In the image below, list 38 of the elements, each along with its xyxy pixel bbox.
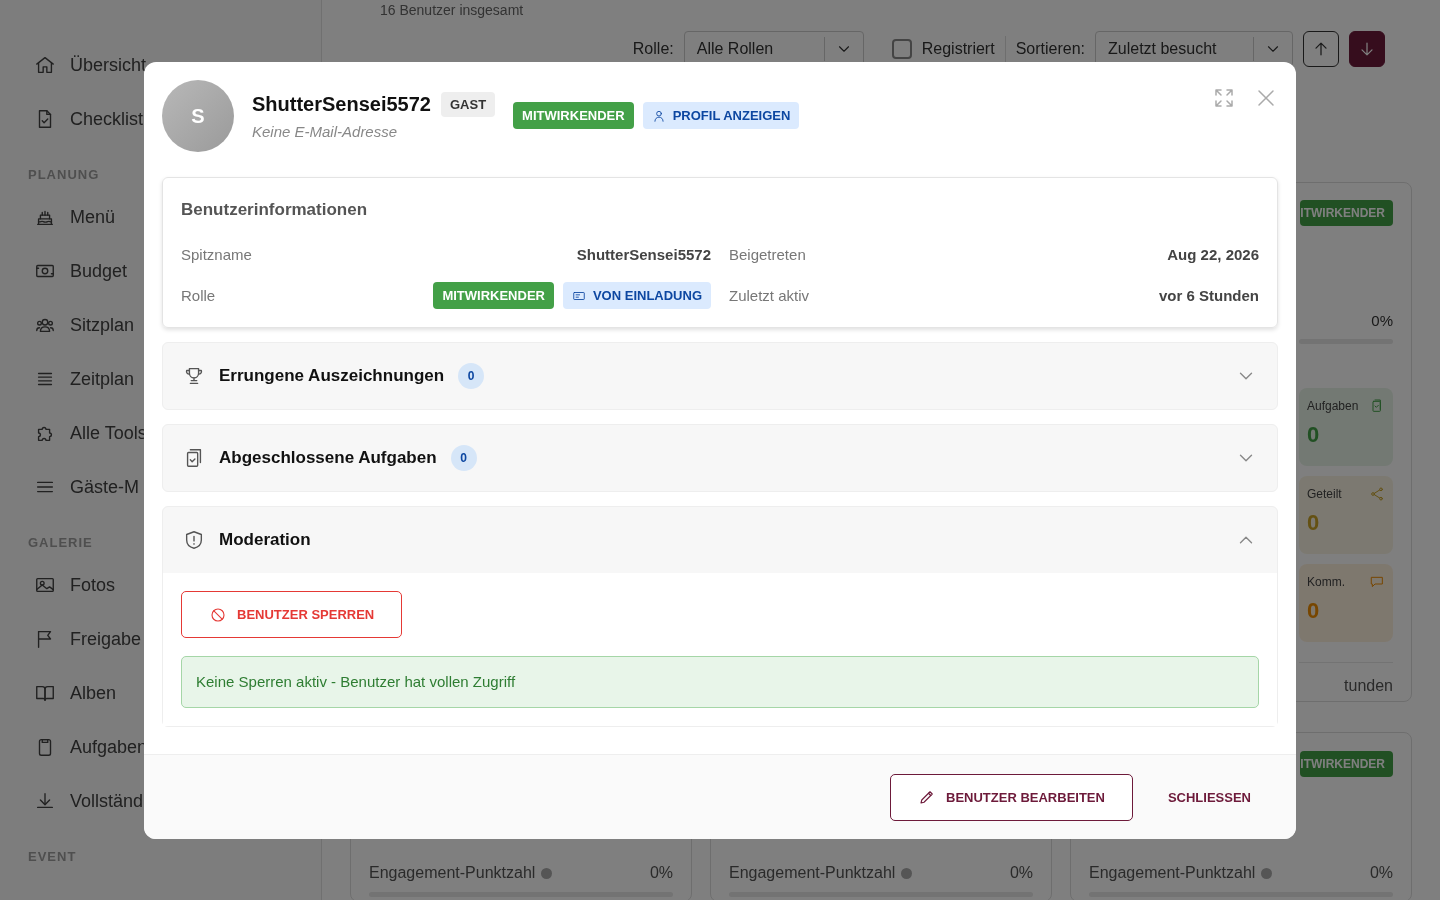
user-count: 16 Benutzer insgesamt xyxy=(380,2,524,18)
field-label: Sortieren: xyxy=(1015,40,1085,58)
status-alert: Keine Sperren aktiv - Benutzer hat vollen Zugriff xyxy=(181,656,1259,708)
checkbox-label: Registriert xyxy=(921,40,995,58)
stat-label: Komm. xyxy=(1307,575,1345,589)
card-title: Benutzerinformationen xyxy=(181,200,368,219)
guest-badge: GAST xyxy=(441,92,496,117)
role-badge: MITWIRKENDER xyxy=(433,282,554,309)
count-badge: 0 xyxy=(450,445,477,471)
invite-badge: VON EINLADUNG xyxy=(562,282,711,309)
user-name: ShutterSensei5572 xyxy=(252,93,431,116)
role-badge: MITWIRKENDER xyxy=(513,102,634,129)
percent-value: 0% xyxy=(1009,864,1033,882)
last-active-text: tunden xyxy=(1344,677,1393,695)
stat-value: 0 xyxy=(1307,598,1321,624)
percent-value: 0% xyxy=(649,864,673,882)
percent-value: 0% xyxy=(1369,864,1393,882)
email-text: Keine E-Mail-Adresse xyxy=(252,123,399,140)
field-value: vor 6 Stunden xyxy=(1159,287,1259,304)
role-badge: ITWIRKENDER xyxy=(1300,200,1393,226)
metric-label: Engagement-Punktzahl xyxy=(729,864,896,882)
field-label: Rolle xyxy=(181,287,216,304)
stat-value: 0 xyxy=(1307,510,1321,536)
metric-label: Engagement-Punktzahl xyxy=(369,864,536,882)
avatar: S xyxy=(162,80,234,152)
role-badge: ITWIRKENDER xyxy=(1300,751,1393,777)
field-label: Zuletzt aktiv xyxy=(729,287,810,304)
count-badge: 0 xyxy=(458,363,485,389)
percent-value: 0% xyxy=(1371,312,1393,329)
stat-value: 0 xyxy=(1307,422,1321,448)
field-value: Aug 22, 2026 xyxy=(1167,245,1259,263)
field-value: ShutterSensei5572 xyxy=(576,245,711,263)
stat-label: Geteilt xyxy=(1307,487,1342,501)
field-label: Beigetreten xyxy=(729,245,806,263)
stat-label: Aufgaben xyxy=(1307,399,1359,413)
field-label: Rolle: xyxy=(632,40,674,58)
field-label: Spitzname xyxy=(181,245,252,263)
metric-label: Engagement-Punktzahl xyxy=(1089,864,1256,882)
